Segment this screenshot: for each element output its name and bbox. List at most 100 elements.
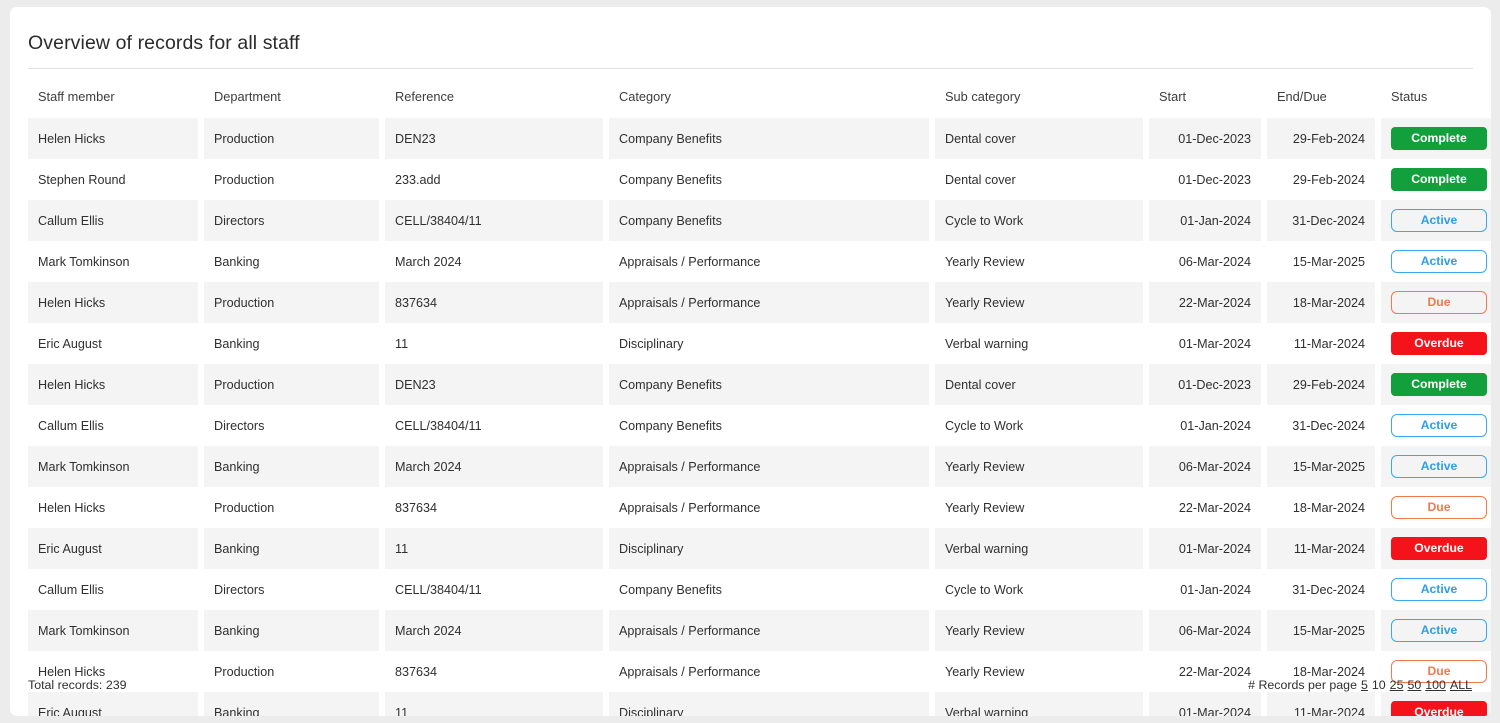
cell-start: 01-Mar-2024 [1149, 528, 1261, 569]
cell-department: Production [204, 118, 379, 159]
column-header-staff-member[interactable]: Staff member [28, 83, 198, 118]
cell-sub: Verbal warning [935, 323, 1143, 364]
status-badge: Complete [1391, 127, 1487, 150]
cell-reference: 837634 [385, 487, 603, 528]
cell-status: Complete [1381, 159, 1491, 200]
title-divider [28, 68, 1473, 69]
cell-staff: Helen Hicks [28, 364, 198, 405]
cell-sub: Cycle to Work [935, 405, 1143, 446]
cell-reference: 11 [385, 528, 603, 569]
cell-status: Active [1381, 241, 1491, 282]
records-table-container: Staff member Department Reference Catego… [28, 83, 1491, 716]
cell-end: 15-Mar-2025 [1267, 610, 1375, 651]
cell-sub: Cycle to Work [935, 569, 1143, 610]
status-badge: Active [1391, 414, 1487, 437]
cell-start: 01-Dec-2023 [1149, 364, 1261, 405]
cell-start: 22-Mar-2024 [1149, 487, 1261, 528]
cell-start: 01-Jan-2024 [1149, 569, 1261, 610]
table-row[interactable]: Helen Hicks Production DEN23 Company Benefi… [28, 364, 1491, 405]
cell-reference: March 2024 [385, 241, 603, 282]
cell-status: Due [1381, 487, 1491, 528]
column-header-category[interactable]: Category [609, 83, 929, 118]
column-header-sub-category[interactable]: Sub category [935, 83, 1143, 118]
cell-end: 31-Dec-2024 [1267, 569, 1375, 610]
cell-end: 29-Feb-2024 [1267, 118, 1375, 159]
cell-category: Company Benefits [609, 569, 929, 610]
cell-reference: CELL/38404/11 [385, 569, 603, 610]
cell-end: 18-Mar-2024 [1267, 282, 1375, 323]
records-per-page-option-all[interactable]: ALL [1450, 678, 1472, 692]
cell-reference: March 2024 [385, 610, 603, 651]
status-badge: Active [1391, 455, 1487, 478]
cell-start: 06-Mar-2024 [1149, 446, 1261, 487]
cell-sub: Yearly Review [935, 282, 1143, 323]
cell-start: 01-Dec-2023 [1149, 159, 1261, 200]
cell-department: Banking [204, 610, 379, 651]
cell-category: Appraisals / Performance [609, 610, 929, 651]
table-row[interactable]: Stephen Round Production 233.add Company Be… [28, 159, 1491, 200]
column-header-end-due[interactable]: End/Due [1267, 83, 1375, 118]
status-badge: Active [1391, 209, 1487, 232]
cell-end: 31-Dec-2024 [1267, 200, 1375, 241]
table-row[interactable]: Helen Hicks Production DEN23 Company Benefi… [28, 118, 1491, 159]
cell-category: Company Benefits [609, 118, 929, 159]
cell-department: Production [204, 159, 379, 200]
column-header-department[interactable]: Department [204, 83, 379, 118]
column-header-status[interactable]: Status [1381, 83, 1491, 118]
cell-status: Complete [1381, 118, 1491, 159]
records-per-page-option-100[interactable]: 100 [1425, 678, 1446, 692]
table-row[interactable]: Mark Tomkinson Banking March 2024 Appraisal… [28, 241, 1491, 282]
table-row[interactable]: Callum Ellis Directors CELL/38404/11 Compan… [28, 405, 1491, 446]
cell-department: Production [204, 364, 379, 405]
records-table: Staff member Department Reference Catego… [22, 83, 1491, 716]
cell-reference: March 2024 [385, 446, 603, 487]
records-per-page-label: # Records per page [1248, 678, 1357, 692]
cell-department: Banking [204, 528, 379, 569]
cell-start: 06-Mar-2024 [1149, 610, 1261, 651]
table-header-row: Staff member Department Reference Catego… [28, 83, 1491, 118]
cell-status: Active [1381, 610, 1491, 651]
cell-sub: Verbal warning [935, 528, 1143, 569]
status-badge: Active [1391, 578, 1487, 601]
cell-end: 15-Mar-2025 [1267, 446, 1375, 487]
cell-department: Production [204, 282, 379, 323]
cell-staff: Mark Tomkinson [28, 610, 198, 651]
table-row[interactable]: Helen Hicks Production 837634 Appraisals / … [28, 487, 1491, 528]
records-card: Overview of records for all staff Staff … [10, 7, 1491, 716]
records-per-page-option-25[interactable]: 25 [1390, 678, 1404, 692]
status-badge: Due [1391, 291, 1487, 314]
table-row[interactable]: Eric August Banking 11 Disciplinary Verbal w… [28, 528, 1491, 569]
records-per-page-option-5[interactable]: 5 [1361, 678, 1368, 692]
cell-status: Complete [1381, 364, 1491, 405]
cell-reference: 11 [385, 323, 603, 364]
cell-status: Active [1381, 569, 1491, 610]
cell-reference: DEN23 [385, 118, 603, 159]
cell-sub: Dental cover [935, 364, 1143, 405]
cell-start: 06-Mar-2024 [1149, 241, 1261, 282]
cell-department: Directors [204, 569, 379, 610]
status-badge: Active [1391, 250, 1487, 273]
column-header-start[interactable]: Start [1149, 83, 1261, 118]
cell-sub: Yearly Review [935, 241, 1143, 282]
records-per-page-option-50[interactable]: 50 [1407, 678, 1421, 692]
status-badge: Complete [1391, 168, 1487, 191]
cell-department: Directors [204, 200, 379, 241]
cell-start: 01-Dec-2023 [1149, 118, 1261, 159]
column-header-reference[interactable]: Reference [385, 83, 603, 118]
cell-start: 01-Mar-2024 [1149, 323, 1261, 364]
table-row[interactable]: Eric August Banking 11 Disciplinary Verbal w… [28, 323, 1491, 364]
cell-reference: 233.add [385, 159, 603, 200]
cell-staff: Callum Ellis [28, 569, 198, 610]
table-row[interactable]: Mark Tomkinson Banking March 2024 Appraisal… [28, 610, 1491, 651]
cell-status: Active [1381, 200, 1491, 241]
cell-sub: Dental cover [935, 118, 1143, 159]
cell-status: Overdue [1381, 323, 1491, 364]
table-row[interactable]: Callum Ellis Directors CELL/38404/11 Compan… [28, 200, 1491, 241]
table-row[interactable]: Helen Hicks Production 837634 Appraisals / … [28, 282, 1491, 323]
cell-category: Company Benefits [609, 159, 929, 200]
cell-staff: Mark Tomkinson [28, 241, 198, 282]
status-badge: Overdue [1391, 701, 1487, 716]
table-row[interactable]: Mark Tomkinson Banking March 2024 Appraisal… [28, 446, 1491, 487]
cell-category: Disciplinary [609, 528, 929, 569]
table-row[interactable]: Callum Ellis Directors CELL/38404/11 Compan… [28, 569, 1491, 610]
